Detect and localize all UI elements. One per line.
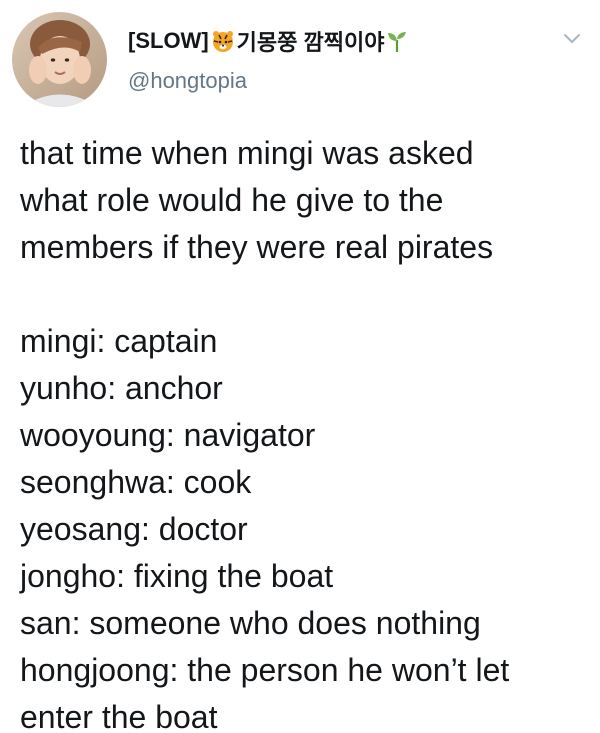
display-name-korean: 기몽쭝 깜찍이야 xyxy=(236,30,385,55)
role-line: enter the boat xyxy=(20,699,218,733)
tiger-face-icon xyxy=(211,29,235,53)
role-line: mingi: captain xyxy=(20,323,218,359)
role-line: jongho: fixing the boat xyxy=(20,558,334,594)
chevron-down-icon[interactable] xyxy=(562,32,582,46)
seedling-icon xyxy=(386,29,408,53)
display-name[interactable]: [SLOW] 기몽쭝 깜찍이야 xyxy=(128,25,408,57)
role-line: yeosang: doctor xyxy=(20,511,248,547)
intro-line: that time when mingi was asked xyxy=(20,135,474,171)
avatar[interactable] xyxy=(12,12,107,107)
intro-line: what role would he give to the xyxy=(20,182,444,218)
tweet-text: that time when mingi was asked what role… xyxy=(20,130,590,733)
role-line: san: someone who does nothing xyxy=(20,605,481,641)
intro-line: members if they were real pirates xyxy=(20,229,494,265)
display-name-prefix: [SLOW] xyxy=(128,28,209,53)
role-line: hongjoong: the person he won’t let xyxy=(20,652,510,688)
avatar-image xyxy=(12,12,107,107)
role-line: seonghwa: cook xyxy=(20,464,252,500)
role-line: yunho: anchor xyxy=(20,370,223,406)
tweet-card: [SLOW] 기몽쭝 깜찍이야 @hongtopia that time whe… xyxy=(0,0,600,733)
role-line: wooyoung: navigator xyxy=(20,417,316,453)
user-handle[interactable]: @hongtopia xyxy=(128,68,247,94)
